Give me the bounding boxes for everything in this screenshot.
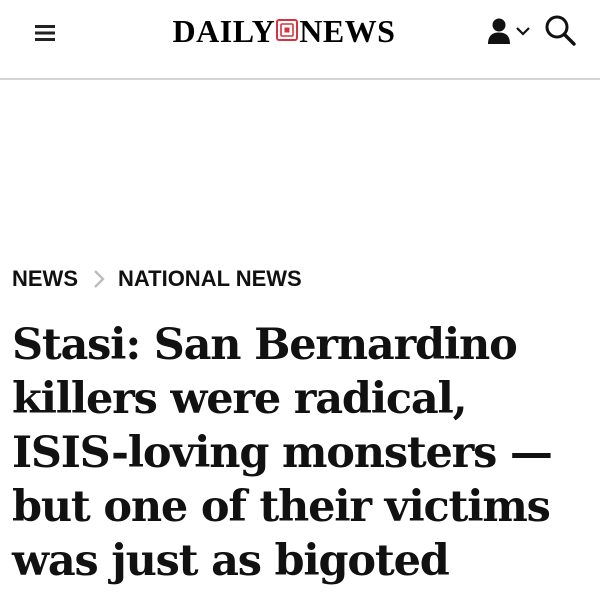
user-icon [488, 18, 510, 44]
breadcrumb-item-news[interactable]: NEWS [12, 266, 78, 292]
menu-button[interactable] [30, 20, 62, 46]
chevron-down-icon [516, 27, 530, 36]
hamburger-menu-icon [35, 25, 55, 41]
breadcrumb: NEWS NATIONAL NEWS [12, 262, 302, 296]
breadcrumb-item-national-news[interactable]: NATIONAL NEWS [118, 266, 302, 292]
logo-seal-icon [276, 19, 299, 41]
article-headline: Stasi: San Bernardino killers were radic… [12, 320, 553, 586]
account-button[interactable] [485, 16, 535, 46]
daily-news-logo[interactable]: DAILY NEWS [144, 12, 424, 50]
logo-text-daily: DAILY [172, 12, 276, 49]
logo-text-news: NEWS [299, 12, 396, 49]
top-bar: DAILY NEWS [0, 0, 600, 80]
chevron-right-icon [88, 268, 110, 290]
search-icon [545, 15, 576, 46]
search-button[interactable] [543, 14, 579, 48]
